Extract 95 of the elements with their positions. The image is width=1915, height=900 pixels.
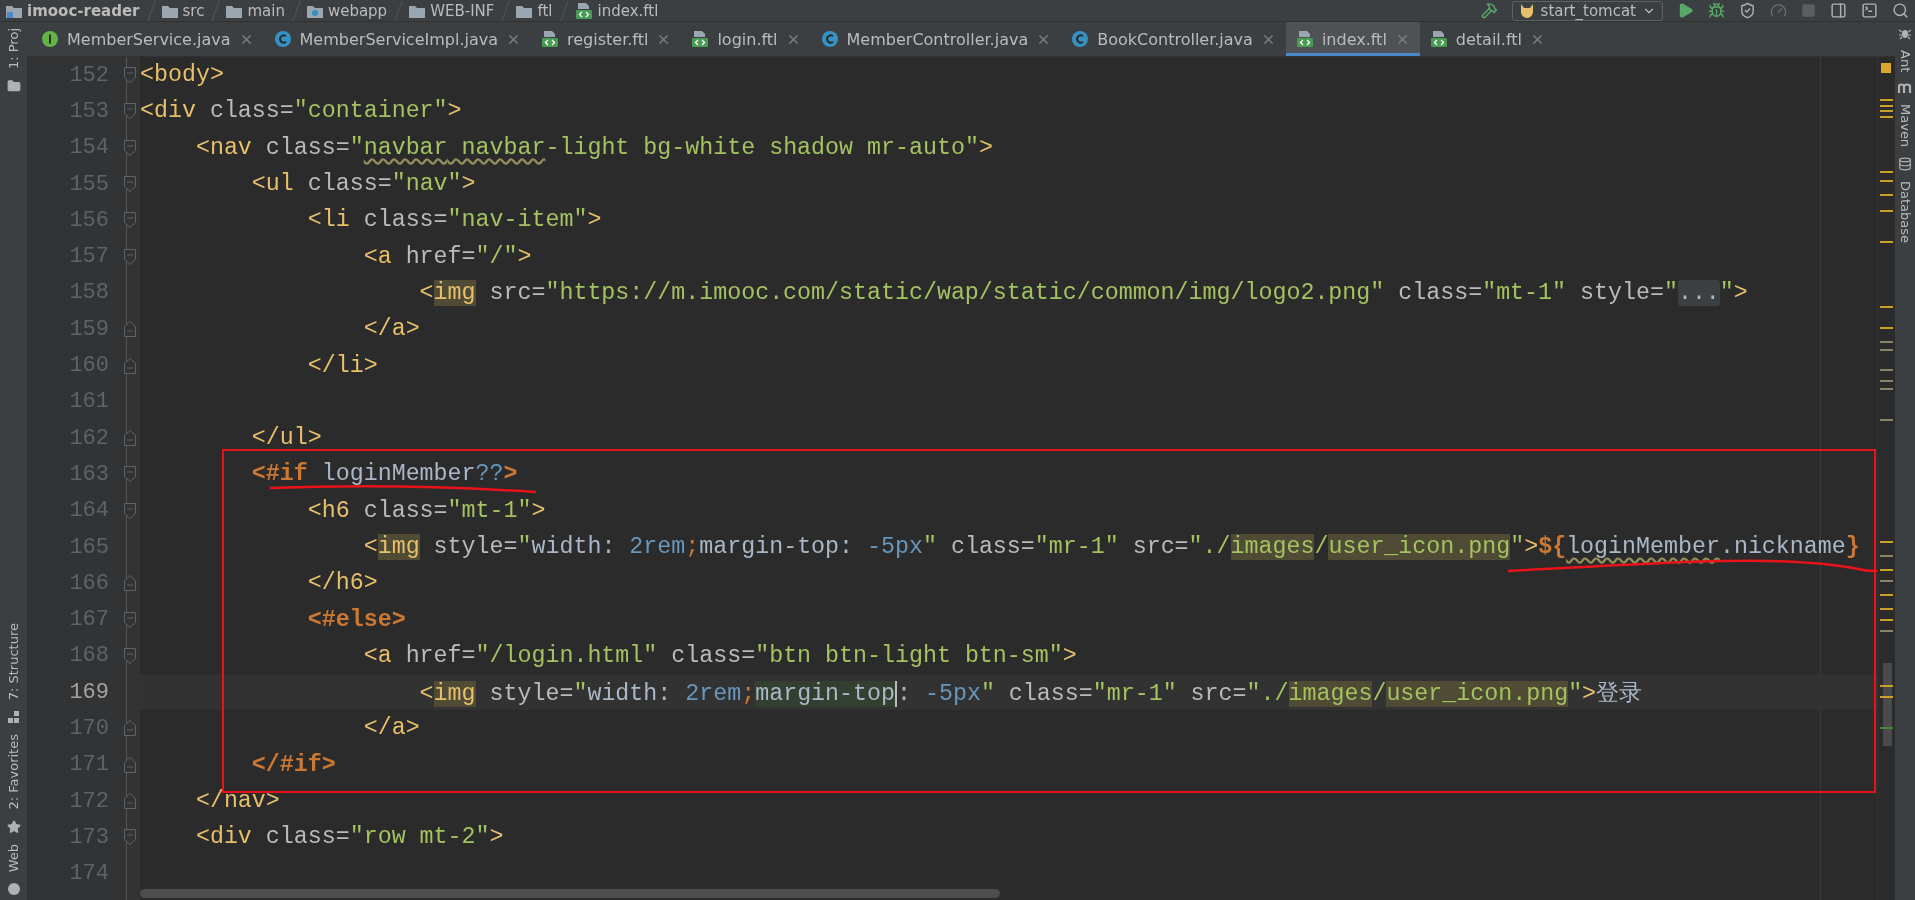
folder-icon	[226, 3, 243, 18]
profile-icon[interactable]	[1770, 2, 1787, 19]
fold-icon[interactable]	[123, 103, 136, 120]
code-line: <li class="nav-item">	[306, 207, 602, 234]
fold-icon[interactable]	[123, 720, 136, 737]
fold-icon[interactable]	[123, 756, 136, 773]
code-line: </ul>	[250, 425, 322, 452]
fold-icon[interactable]	[123, 647, 136, 664]
fold-icon[interactable]	[123, 611, 136, 628]
editor-tab[interactable]: detail.ftl	[1419, 22, 1555, 56]
tool-window-tab[interactable]: Database	[1897, 179, 1913, 246]
editor-tab[interactable]: MemberController.java	[810, 22, 1062, 56]
fold-icon[interactable]	[123, 139, 136, 156]
code-line: <h6 class="mt-1">	[306, 497, 546, 524]
code-line: <img style="width: 2rem;margin-top: -5px" class="mr-1" src="./images/user_icon.png">登录	[418, 679, 1643, 708]
web-icon	[6, 882, 21, 896]
fold-icon[interactable]	[123, 502, 136, 519]
code-line: <a href="/">	[362, 243, 532, 270]
code-line: </nav>	[194, 788, 280, 815]
class-icon	[1071, 30, 1090, 48]
breadcrumb[interactable]: index.ftl	[574, 0, 659, 21]
template-file-icon	[574, 1, 593, 20]
database-icon	[1898, 157, 1912, 172]
editor-tab[interactable]: MemberService.java	[31, 22, 264, 56]
tool-window-tab[interactable]: Maven	[1897, 102, 1913, 150]
folder-icon	[516, 3, 533, 18]
editor-tab[interactable]: index.ftl	[1285, 22, 1420, 56]
breadcrumb[interactable]: webapp	[306, 0, 388, 21]
scrollbar-thumb[interactable]	[140, 889, 1000, 898]
tool-window-tab[interactable]: Ant	[1897, 48, 1913, 75]
breadcrumb[interactable]: WEB-INF	[409, 0, 495, 21]
run-config-dropdown[interactable]: start_tomcat	[1511, 0, 1663, 21]
layout-icon[interactable]	[1830, 2, 1847, 19]
run-icon[interactable]	[1677, 2, 1694, 19]
maven-icon	[1898, 82, 1912, 95]
class-icon	[273, 30, 292, 48]
editor-tab[interactable]: MemberServiceImpl.java	[263, 22, 532, 56]
stop-icon[interactable]	[1801, 3, 1816, 18]
debug-icon[interactable]	[1708, 2, 1725, 19]
code-line: <ul class="nav">	[250, 171, 476, 198]
fold-icon[interactable]	[123, 321, 136, 338]
breadcrumb[interactable]: ftl	[516, 0, 553, 21]
folder-icon	[161, 3, 178, 18]
code-line: </a>	[362, 715, 420, 742]
tool-window-tab[interactable]: 2: Favorites	[6, 732, 21, 812]
structure-icon	[6, 710, 21, 725]
code-line: <img style="width: 2rem;margin-top: -5px" class="mr-1" src="./images/user_icon.png">${loginMember.nickname}	[362, 534, 1860, 560]
editor-tab[interactable]: register.ftl	[531, 22, 682, 56]
code-line: <div class="container">	[140, 98, 462, 125]
folder-icon	[6, 79, 21, 94]
terminal-icon[interactable]	[1861, 2, 1878, 19]
folder-icon	[409, 3, 426, 18]
template-file-icon	[691, 30, 710, 48]
breadcrumb[interactable]: imooc-reader	[6, 0, 140, 21]
tool-window-tab[interactable]: Web	[6, 841, 21, 874]
build-icon[interactable]	[1480, 2, 1498, 19]
coverage-icon[interactable]	[1739, 2, 1756, 19]
code-line: </h6>	[306, 570, 378, 597]
line-number: 169	[68, 679, 109, 705]
fold-icon[interactable]	[123, 67, 136, 84]
fold-icon[interactable]	[123, 357, 136, 374]
web-folder-icon	[306, 3, 323, 18]
breadcrumb[interactable]: src	[161, 0, 205, 21]
fold-icon[interactable]	[123, 466, 136, 483]
code-line: </li>	[306, 352, 378, 379]
fold-icon[interactable]	[123, 212, 136, 229]
template-file-icon	[541, 30, 560, 48]
code-line: <nav class="navbar navbar-light bg-white shadow mr-auto">	[194, 134, 993, 161]
code-line: <#if loginMember??>	[250, 461, 518, 488]
editor-tab[interactable]: login.ftl	[681, 22, 811, 56]
editor-tab[interactable]: BookController.java	[1061, 22, 1286, 56]
fold-icon[interactable]	[123, 829, 136, 846]
template-file-icon	[1295, 30, 1314, 48]
fold-icon[interactable]	[123, 430, 136, 447]
fold-icon[interactable]	[123, 248, 136, 265]
code-line: <#else>	[306, 606, 406, 633]
star-icon	[6, 819, 21, 834]
fold-icon[interactable]	[123, 575, 136, 592]
code-line: <a href="/login.html" class="btn btn-light btn-sm">	[362, 642, 1077, 669]
template-file-icon	[1429, 30, 1448, 48]
code-line: </#if>	[250, 751, 336, 778]
class-icon	[820, 30, 839, 48]
code-line: <img src="https://m.imooc.com/static/wap/static/common/img/logo2.png" class="mt-1" style="...">	[418, 279, 1748, 306]
cat-icon	[1518, 3, 1535, 18]
code-line: <body>	[140, 62, 224, 89]
search-icon[interactable]	[1892, 2, 1909, 19]
code-line: <div class="row mt-2">	[194, 824, 504, 851]
code-line: </a>	[362, 316, 420, 343]
breadcrumb[interactable]: main	[226, 0, 285, 21]
fold-icon[interactable]	[123, 176, 136, 193]
fold-icon[interactable]	[123, 793, 136, 810]
tool-window-tab[interactable]: 7: Structure	[6, 620, 21, 703]
interface-icon	[41, 30, 59, 48]
module-icon	[6, 3, 22, 18]
tool-window-tab[interactable]: 1: Proj	[6, 26, 21, 72]
